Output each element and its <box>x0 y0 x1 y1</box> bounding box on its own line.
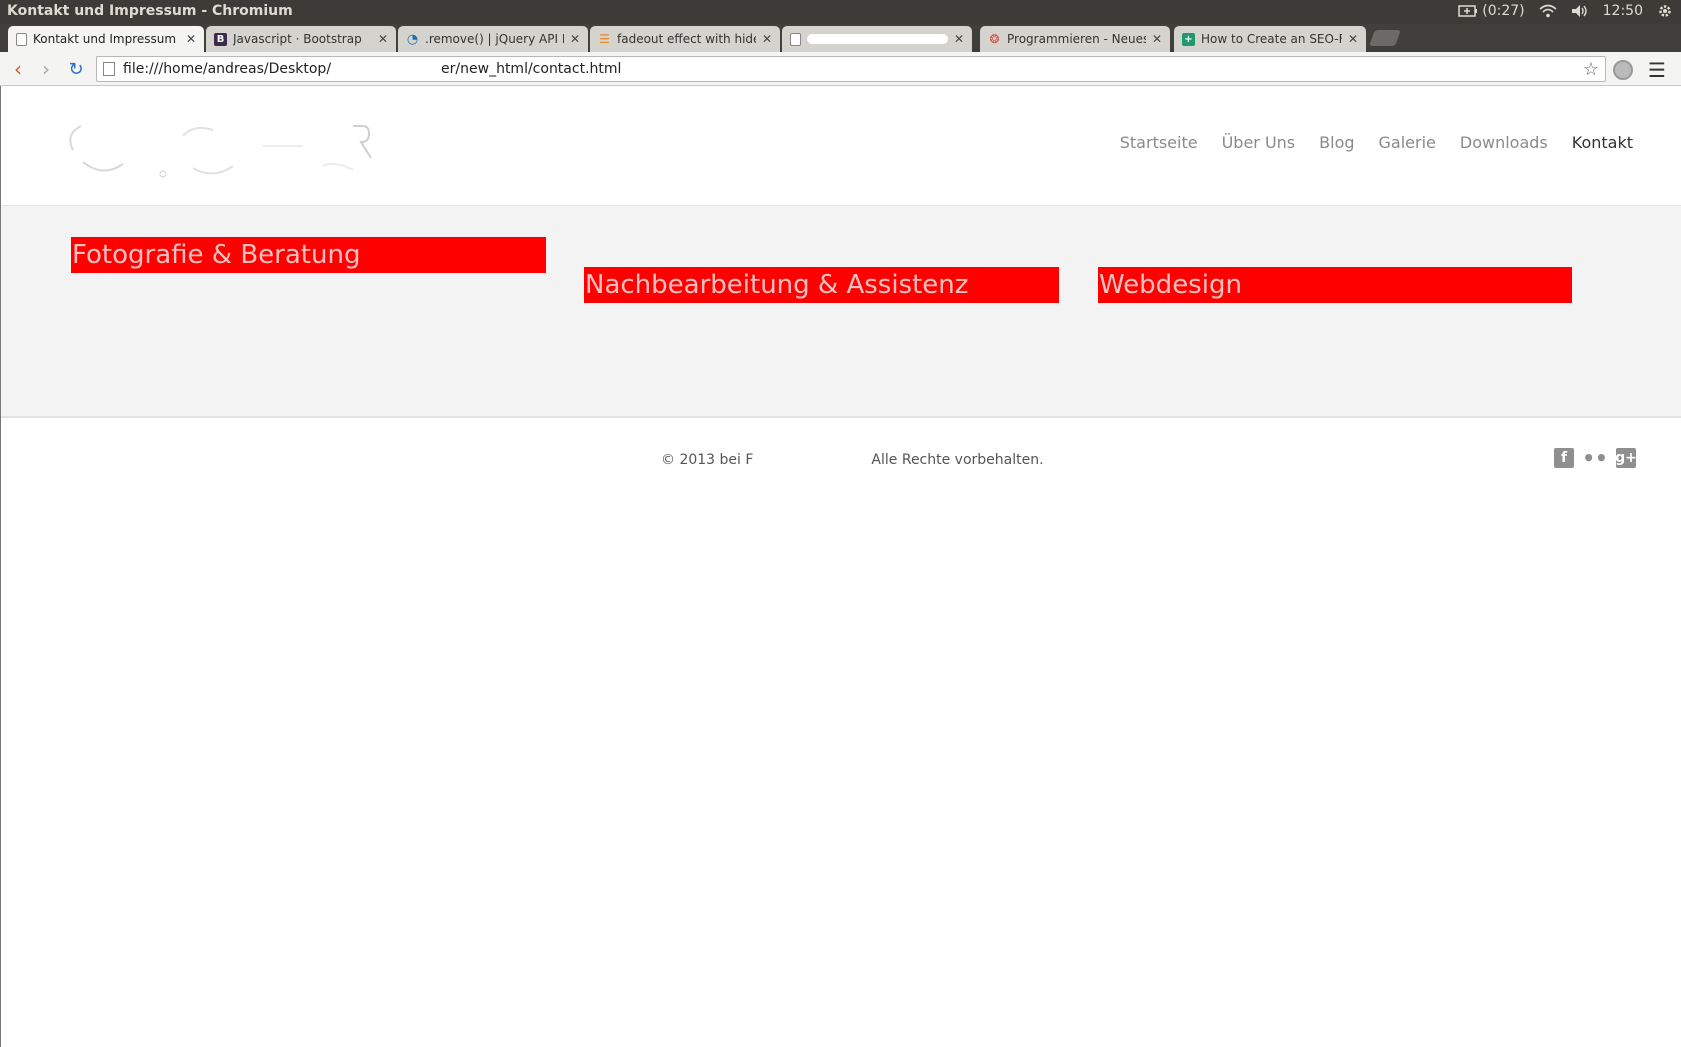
site-header: Startseite Über Uns Blog Galerie Downloa… <box>1 86 1681 206</box>
google-plus-icon[interactable]: g+ <box>1615 448 1637 468</box>
url-text-start: file:///home/andreas/Desktop/ <box>123 61 332 77</box>
close-tab-icon[interactable]: ✕ <box>186 32 196 46</box>
os-top-bar: Kontakt und Impressum - Chromium (0:27) … <box>0 0 1681 24</box>
nav-downloads[interactable]: Downloads <box>1460 133 1548 152</box>
clock[interactable]: 12:50 <box>1603 3 1643 19</box>
nav-galerie[interactable]: Galerie <box>1379 133 1436 152</box>
page-icon <box>16 32 27 46</box>
wifi-icon[interactable] <box>1539 4 1557 18</box>
address-bar[interactable]: file:///home/andreas/Desktop/er/new_html… <box>96 56 1606 82</box>
battery-icon <box>1458 5 1478 17</box>
tab-stackoverflow[interactable]: ☰ fadeout effect with hide ✕ <box>590 26 780 52</box>
tab-label: Programmieren - Neues T <box>1007 32 1146 46</box>
browser-toolbar: ‹ › ↻ file:///home/andreas/Desktop/er/ne… <box>0 52 1681 86</box>
copyright-end: Alle Rechte vorbehalten. <box>871 452 1044 468</box>
extension-icon[interactable] <box>1613 60 1633 80</box>
close-tab-icon[interactable]: ✕ <box>1348 32 1358 46</box>
site-logo[interactable] <box>63 116 397 182</box>
menu-icon[interactable]: ☰ <box>1648 58 1666 82</box>
close-tab-icon[interactable]: ✕ <box>954 32 964 46</box>
new-tab-button[interactable] <box>1369 30 1401 46</box>
copyright-text: © 2013 bei F Alle Rechte vorbehalten. <box>661 452 1044 468</box>
service-fotografie: Fotografie & Beratung <box>71 237 546 273</box>
settings-gear-icon[interactable] <box>1657 3 1673 19</box>
system-tray: (0:27) 12:50 <box>1458 3 1673 19</box>
flickr-icon[interactable]: •• <box>1582 446 1608 470</box>
nav-startseite[interactable]: Startseite <box>1120 133 1198 152</box>
site-footer: © 2013 bei F Alle Rechte vorbehalten. f •… <box>1 418 1681 498</box>
nav-blog[interactable]: Blog <box>1319 133 1354 152</box>
bookmark-star-icon[interactable]: ☆ <box>1583 58 1599 82</box>
plus-icon: + <box>1182 32 1195 46</box>
page-icon <box>103 62 115 76</box>
jquery-icon: ◔ <box>406 31 419 47</box>
tab-label: fadeout effect with hide <box>617 32 756 46</box>
forum-icon: ❂ <box>989 32 1000 46</box>
close-tab-icon[interactable]: ✕ <box>1152 32 1162 46</box>
url-text-end: er/new_html/contact.html <box>441 61 622 77</box>
tab-redacted[interactable]: ✕ <box>782 26 972 52</box>
tab-label: How to Create an SEO-Fri <box>1201 32 1342 46</box>
close-tab-icon[interactable]: ✕ <box>378 32 388 46</box>
tab-label: Javascript · Bootstrap <box>233 32 362 46</box>
volume-icon[interactable] <box>1571 4 1589 18</box>
copyright-start: © 2013 bei F <box>661 452 754 468</box>
tab-strip: Kontakt und Impressum ✕ B Javascript · B… <box>0 24 1681 52</box>
tab-label <box>807 34 948 44</box>
reload-button[interactable]: ↻ <box>64 57 88 81</box>
service-webdesign: Webdesign <box>1098 267 1572 303</box>
services-band: Fotografie & Beratung Nachbearbeitung & … <box>1 206 1681 418</box>
battery-time: (0:27) <box>1482 3 1525 19</box>
service-nachbearbeitung: Nachbearbeitung & Assistenz <box>584 267 1059 303</box>
bootstrap-icon: B <box>214 32 227 46</box>
url-redaction <box>331 62 442 76</box>
tab-jquery[interactable]: ◔ .remove() | jQuery API Do ✕ <box>398 26 588 52</box>
close-tab-icon[interactable]: ✕ <box>762 32 772 46</box>
facebook-icon[interactable]: f <box>1554 448 1574 468</box>
nav-ueber-uns[interactable]: Über Uns <box>1222 133 1296 152</box>
nav-kontakt[interactable]: Kontakt <box>1572 133 1633 152</box>
copyright-redaction <box>753 452 872 464</box>
tab-programmieren[interactable]: ❂ Programmieren - Neues T ✕ <box>980 26 1170 52</box>
tab-bootstrap[interactable]: B Javascript · Bootstrap ✕ <box>206 26 396 52</box>
tab-kontakt[interactable]: Kontakt und Impressum ✕ <box>8 26 204 52</box>
page-icon <box>790 32 801 46</box>
web-page: Startseite Über Uns Blog Galerie Downloa… <box>0 86 1681 1047</box>
window-title: Kontakt und Impressum - Chromium <box>7 3 293 19</box>
battery-indicator[interactable]: (0:27) <box>1458 3 1525 19</box>
stackoverflow-icon: ☰ <box>599 32 610 46</box>
main-nav: Startseite Über Uns Blog Galerie Downloa… <box>1120 133 1633 152</box>
forward-button[interactable]: › <box>34 57 58 81</box>
tab-label: Kontakt und Impressum <box>33 32 177 46</box>
tab-label: .remove() | jQuery API Do <box>425 32 564 46</box>
social-links: f •• g+ <box>1554 446 1637 470</box>
back-button[interactable]: ‹ <box>6 57 30 81</box>
tab-seo[interactable]: + How to Create an SEO-Fri ✕ <box>1174 26 1366 52</box>
close-tab-icon[interactable]: ✕ <box>570 32 580 46</box>
